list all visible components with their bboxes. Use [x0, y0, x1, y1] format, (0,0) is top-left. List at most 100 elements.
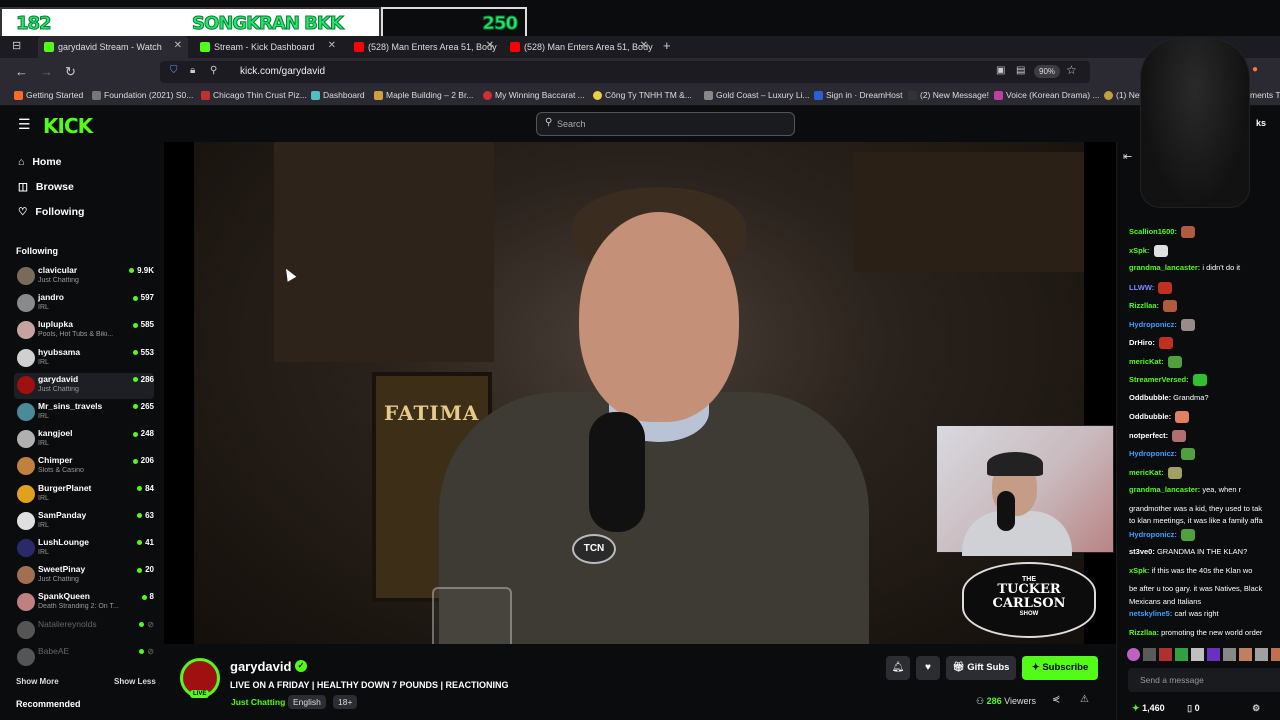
- chat-username[interactable]: Hydroponicz:: [1129, 319, 1177, 328]
- firefox-account-icon[interactable]: ●: [1252, 64, 1258, 75]
- bookmark-6[interactable]: Công Ty TNHH TM &...: [593, 90, 692, 100]
- show-more-button[interactable]: Show More: [16, 677, 59, 686]
- search-input[interactable]: ⚲ Search: [536, 112, 795, 136]
- sidebar-item-home[interactable]: ⌂ Home: [18, 156, 62, 168]
- sidebar-channel[interactable]: SweetPinay Just Chatting 20: [14, 563, 154, 589]
- emote-icon[interactable]: [1255, 648, 1268, 661]
- header-user-button[interactable]: ks: [1256, 118, 1266, 128]
- browser-tab-1[interactable]: Stream - Kick Dashboard ✕: [194, 36, 342, 58]
- chat-username[interactable]: Oddbubble:: [1129, 393, 1171, 402]
- chat-username[interactable]: LLWW:: [1129, 282, 1154, 291]
- sidebar-channel[interactable]: hyubsama IRL 553: [14, 346, 154, 372]
- lock-icon[interactable]: 🔒︎: [190, 65, 195, 76]
- chat-username[interactable]: Rizzllaa:: [1129, 628, 1159, 637]
- address-bar[interactable]: ⛉ 🔒︎ ⚲ kick.com/garydavid ▣ ▤ 90% ☆: [160, 61, 1090, 83]
- bookmark-9[interactable]: (2) New Message!: [908, 90, 989, 100]
- close-tab-icon[interactable]: ✕: [486, 40, 494, 51]
- sidebar-channel[interactable]: BurgerPlanet IRL 84: [14, 482, 154, 508]
- chat-settings-icon[interactable]: ⚙: [1252, 703, 1260, 713]
- report-icon[interactable]: ⚠: [1080, 694, 1089, 705]
- emote-icon[interactable]: [1239, 648, 1252, 661]
- kick-logo[interactable]: KICK: [43, 114, 93, 138]
- chat-username[interactable]: Hydroponicz:: [1129, 529, 1177, 538]
- chat-username[interactable]: Oddbubble:: [1129, 412, 1171, 421]
- show-less-button[interactable]: Show Less: [114, 677, 156, 686]
- emote-icon[interactable]: [1175, 648, 1188, 661]
- close-tab-icon[interactable]: ✕: [174, 40, 182, 51]
- share-icon[interactable]: ⋞: [1052, 694, 1060, 705]
- bookmark-12[interactable]: ments T: [1250, 90, 1280, 100]
- bookmark-star-icon[interactable]: ☆: [1066, 63, 1077, 77]
- bookmark-2[interactable]: Chicago Thin Crust Piz...: [201, 90, 307, 100]
- chat-username[interactable]: grandma_lancaster:: [1129, 485, 1200, 494]
- permissions-icon[interactable]: ⚲: [210, 65, 217, 76]
- video-player[interactable]: FATIMA TCN THE TUCKER CARLSON SHOW: [164, 142, 1116, 644]
- sidebar-channel[interactable]: kangjoel IRL 248: [14, 427, 154, 453]
- chat-username[interactable]: grandma_lancaster:: [1129, 263, 1200, 272]
- chat-username[interactable]: notperfect:: [1129, 430, 1168, 439]
- subscribe-button[interactable]: ✦ Subscribe: [1022, 656, 1098, 680]
- sidebar-channel[interactable]: SamPanday IRL 63: [14, 509, 154, 535]
- chat-username[interactable]: xSpk:: [1129, 566, 1149, 575]
- follow-heart-icon[interactable]: ♥: [916, 656, 940, 680]
- sidebar-channel[interactable]: Chimper Slots & Casino 206: [14, 454, 154, 480]
- sidebar-channel[interactable]: Mr_sins_travels IRL 265: [14, 400, 154, 426]
- close-tab-icon[interactable]: ✕: [640, 40, 648, 51]
- emote-icon[interactable]: [1207, 648, 1220, 661]
- tag-mature[interactable]: 18+: [333, 695, 358, 709]
- sidebar-item-following[interactable]: ♡ Following: [18, 206, 84, 218]
- chat-username[interactable]: mericKat:: [1129, 467, 1164, 476]
- chat-username[interactable]: Hydroponicz:: [1129, 449, 1177, 458]
- chat-username[interactable]: Scallion1600:: [1129, 227, 1177, 236]
- sidebar-channel[interactable]: Nataliereynolds ⊘: [14, 618, 154, 644]
- zoom-level[interactable]: 90%: [1034, 65, 1061, 78]
- tab-list-icon[interactable]: ⊟: [12, 39, 21, 52]
- emote-icon[interactable]: [1223, 648, 1236, 661]
- bookmark-3[interactable]: Dashboard: [311, 90, 365, 100]
- sidebar-channel[interactable]: LushLounge IRL 41: [14, 536, 154, 562]
- sidebar-channel[interactable]: clavicular Just Chatting 9.9K: [14, 264, 154, 290]
- tag-language[interactable]: English: [288, 695, 326, 709]
- sidebar-item-browse[interactable]: ◫ Browse: [18, 181, 74, 193]
- reload-icon[interactable]: ↻: [65, 64, 76, 80]
- new-tab-icon[interactable]: +: [663, 38, 671, 53]
- sidebar-channel[interactable]: garydavid Just Chatting 286: [14, 372, 154, 399]
- chat-username[interactable]: DrHiro:: [1129, 338, 1155, 347]
- chat-username[interactable]: st3ve0:: [1129, 547, 1155, 556]
- forward-icon[interactable]: →: [40, 64, 53, 79]
- emote-icon[interactable]: [1159, 648, 1172, 661]
- reader-view-icon[interactable]: ▤: [1016, 65, 1025, 76]
- url-text[interactable]: kick.com/garydavid: [240, 66, 325, 77]
- hamburger-menu-icon[interactable]: ☰: [18, 116, 31, 133]
- back-icon[interactable]: ←: [15, 64, 28, 79]
- chat-username[interactable]: Rizzllaa:: [1129, 301, 1159, 310]
- bookmark-4[interactable]: Maple Building – 2 Br...: [374, 90, 473, 100]
- kicks-count[interactable]: 1,460: [1142, 703, 1165, 713]
- bookmark-10[interactable]: Voice (Korean Drama) ...: [994, 90, 1100, 100]
- chat-username[interactable]: netskyline5:: [1129, 609, 1172, 618]
- browser-tab-0[interactable]: garydavid Stream - Watch ✕: [38, 36, 188, 58]
- browser-tab-3[interactable]: (528) Man Enters Area 51, Body ✕: [504, 36, 654, 58]
- bookmark-7[interactable]: Gold Coast – Luxury Li...: [704, 90, 810, 100]
- gift-subs-button[interactable]: 🎁︎ Gift Subs: [946, 656, 1016, 680]
- emote-icon[interactable]: [1143, 648, 1156, 661]
- sidebar-channel[interactable]: jandro IRL 597: [14, 291, 154, 317]
- notification-bell-icon[interactable]: 🔔︎: [886, 656, 910, 680]
- emote-icon[interactable]: [1271, 648, 1280, 661]
- chat-message-input[interactable]: Send a message: [1128, 668, 1280, 692]
- emote-icon[interactable]: [1127, 648, 1140, 661]
- bookmark-8[interactable]: Sign in · DreamHost: [814, 90, 903, 100]
- chat-username[interactable]: xSpk:: [1129, 245, 1149, 254]
- shield-icon[interactable]: ⛉: [170, 65, 178, 76]
- browser-tab-2[interactable]: (528) Man Enters Area 51, Body ✕: [348, 36, 500, 58]
- close-tab-icon[interactable]: ✕: [328, 40, 336, 51]
- emote-icon[interactable]: [1191, 648, 1204, 661]
- bookmark-1[interactable]: Foundation (2021) S0...: [92, 90, 193, 100]
- streamer-name[interactable]: garydavid: [230, 659, 291, 674]
- bookmark-0[interactable]: Getting Started: [14, 90, 83, 100]
- chat-username[interactable]: mericKat:: [1129, 356, 1164, 365]
- chat-username[interactable]: StreamerVersed:: [1129, 375, 1189, 384]
- sidebar-channel[interactable]: SpankQueen Death Stranding 2: On T... 8: [14, 590, 154, 616]
- bookmark-5[interactable]: My Winning Baccarat ...: [483, 90, 585, 100]
- screenshot-icon[interactable]: ▣: [996, 65, 1005, 76]
